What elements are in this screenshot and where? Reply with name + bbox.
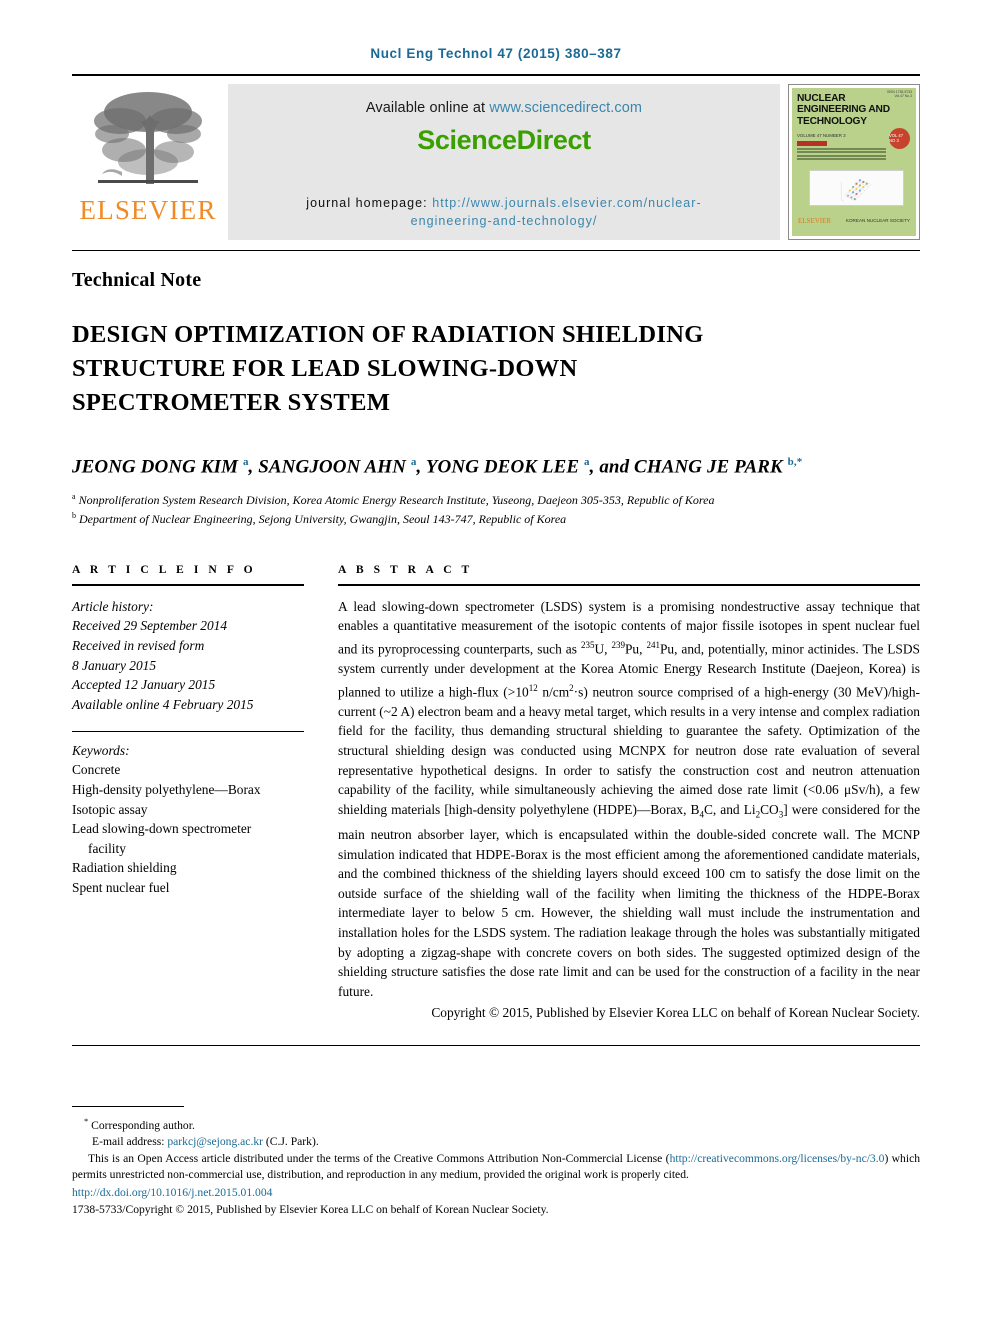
journal-cover-thumbnail[interactable]: ISSN 1738-5733 Vol.47 No.3 NUCLEAR ENGIN… — [788, 83, 920, 240]
keywords-rule — [72, 731, 304, 733]
cover-lattice-diagram-icon — [841, 178, 872, 201]
masthead-bottom-rule — [72, 249, 920, 251]
abstract-column: A B S T R A C T A lead slowing-down spec… — [338, 563, 920, 1023]
abstract-rule — [338, 583, 920, 586]
cover-title-line1: NUCLEAR — [797, 92, 846, 104]
article-type-label: Technical Note — [72, 268, 202, 291]
cover-figure — [809, 169, 904, 206]
history-item: Accepted 12 January 2015 — [72, 677, 216, 693]
elsevier-wordmark: ELSEVIER — [79, 194, 217, 225]
article-history-label: Article history: — [72, 598, 154, 614]
affiliation-text: Nonproliferation System Research Divisio… — [78, 492, 715, 507]
cover-issue-badge: VOL 47 NO 3 — [889, 127, 910, 149]
cover-volume-line: VOLUME 47 NUMBER 3 — [797, 132, 846, 138]
email-link[interactable]: parkcj@sejong.ac.kr — [167, 1135, 263, 1148]
info-abstract-block: A R T I C L E I N F O Article history: R… — [72, 563, 920, 1023]
footnote-rule — [72, 1106, 184, 1107]
cover-background: ISSN 1738-5733 Vol.47 No.3 NUCLEAR ENGIN… — [792, 87, 916, 236]
keyword-item-continuation: facility — [88, 840, 126, 856]
license-note: This is an Open Access article distribut… — [72, 1151, 920, 1183]
cover-teaser-lines — [797, 147, 886, 162]
abstract-body: A lead slowing-down spectrometer (LSDS) … — [338, 598, 921, 999]
keyword-item: High-density polyethylene—Borax — [72, 781, 261, 797]
footnotes-block: * Corresponding author. E-mail address: … — [72, 1106, 920, 1218]
affiliation-marker: b — [72, 510, 76, 520]
license-link[interactable]: http://creativecommons.org/licenses/by-n… — [670, 1152, 885, 1165]
cover-title: NUCLEAR ENGINEERING AND TECHNOLOGY — [797, 93, 890, 128]
masthead-center-panel: Available online at www.sciencedirect.co… — [228, 83, 780, 240]
license-pre-text: This is an Open Access article distribut… — [88, 1152, 670, 1166]
keywords-label: Keywords: — [72, 743, 130, 759]
corresponding-author-text: Corresponding author. — [91, 1118, 195, 1132]
column-gap — [304, 563, 338, 1023]
available-online-label: Available online at — [365, 99, 490, 116]
keywords-list: Concrete High-density polyethylene—Borax… — [72, 760, 304, 897]
journal-homepage-link-line1[interactable]: http://www.journals.elsevier.com/nuclear… — [432, 196, 702, 210]
elsevier-logo: ELSEVIER — [72, 84, 224, 240]
elsevier-tree-icon — [94, 91, 202, 184]
article-info-heading: A R T I C L E I N F O — [72, 562, 257, 576]
article-history: Article history: Received 29 September 2… — [72, 597, 304, 715]
running-head: Nucl Eng Technol 47 (2015) 380–387 — [370, 46, 622, 61]
sciencedirect-url-link[interactable]: www.sciencedirect.com — [489, 100, 642, 116]
cover-footer: ELSEVIER KOREAN NUCLEAR SOCIETY — [798, 210, 910, 232]
email-suffix: (C.J. Park). — [263, 1135, 319, 1149]
abstract-copyright: Copyright © 2015, Published by Elsevier … — [431, 1005, 920, 1021]
abstract-heading: A B S T R A C T — [338, 562, 473, 576]
affiliation-item: b Department of Nuclear Engineering, Sej… — [72, 508, 920, 527]
journal-homepage-label: journal homepage: — [306, 195, 433, 210]
keyword-item: Radiation shielding — [72, 860, 177, 876]
article-first-page: Nucl Eng Technol 47 (2015) 380–387 ELSEV… — [0, 0, 992, 1323]
keyword-item: Spent nuclear fuel — [72, 879, 170, 895]
sciencedirect-logo[interactable]: ScienceDirect — [417, 125, 591, 156]
journal-homepage-link-line2[interactable]: engineering-and-technology/ — [411, 214, 598, 228]
affiliation-list: a Nonproliferation System Research Divis… — [72, 489, 920, 527]
cover-title-line2: ENGINEERING AND — [797, 104, 890, 115]
cover-title-line3: TECHNOLOGY — [797, 115, 867, 127]
affiliation-marker: a — [72, 491, 76, 501]
history-item: Available online 4 February 2015 — [72, 696, 254, 712]
keyword-item: Concrete — [72, 762, 121, 778]
journal-masthead: ELSEVIER Available online at www.science… — [72, 73, 920, 240]
history-item: 8 January 2015 — [72, 657, 157, 673]
cover-highlight-bar — [797, 140, 827, 146]
email-label: E-mail address: — [92, 1135, 168, 1149]
history-item: Received in revised form — [72, 638, 205, 654]
keyword-item: Isotopic assay — [72, 801, 148, 817]
page-title: DESIGN OPTIMIZATION OF RADIATION SHIELDI… — [72, 320, 704, 416]
affiliation-item: a Nonproliferation System Research Divis… — [72, 489, 920, 508]
corresponding-author-note: * Corresponding author. — [72, 1113, 920, 1134]
journal-homepage-line: journal homepage: http://www.journals.el… — [228, 194, 780, 230]
available-online-line: Available online at www.sciencedirect.co… — [366, 100, 642, 116]
asterisk-icon: * — [84, 1116, 89, 1126]
issn-copyright-line: 1738-5733/Copyright © 2015, Published by… — [72, 1202, 549, 1216]
keyword-item: Lead slowing-down spectrometer — [72, 821, 252, 837]
author-list: JEONG DONG KIM a, SANGJOON AHN a, YONG D… — [72, 455, 803, 477]
article-info-rule — [72, 583, 304, 586]
affiliation-text: Department of Nuclear Engineering, Sejon… — [79, 511, 567, 526]
doi-link[interactable]: http://dx.doi.org/10.1016/j.net.2015.01.… — [72, 1185, 920, 1201]
email-note: E-mail address: parkcj@sejong.ac.kr (C.J… — [72, 1134, 920, 1150]
cover-society-mark: KOREAN NUCLEAR SOCIETY — [845, 218, 910, 223]
history-item: Received 29 September 2014 — [72, 618, 228, 634]
abstract-bottom-rule — [72, 1044, 920, 1046]
cover-elsevier-mark: ELSEVIER — [798, 216, 832, 225]
article-info-column: A R T I C L E I N F O Article history: R… — [72, 563, 304, 1023]
